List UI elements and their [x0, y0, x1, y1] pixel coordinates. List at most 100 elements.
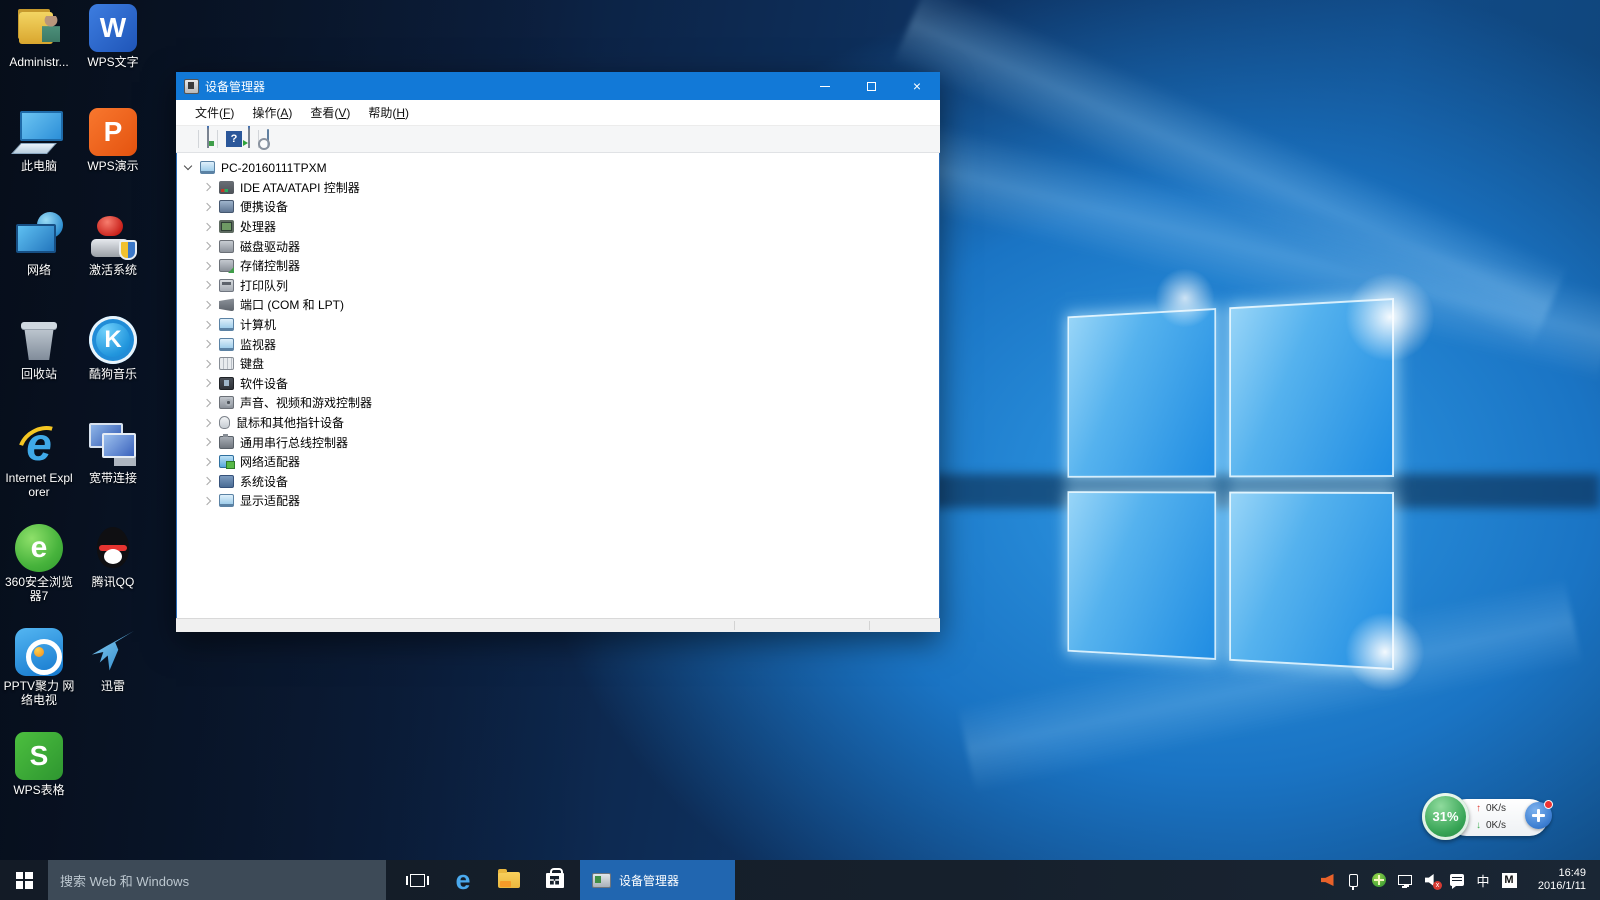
- tree-node-label: 便携设备: [240, 198, 288, 215]
- minimize-button[interactable]: [802, 72, 848, 100]
- chevron-right-icon[interactable]: [203, 183, 211, 191]
- chevron-right-icon[interactable]: [203, 301, 211, 309]
- desktop-icon-label: 此电脑: [21, 159, 57, 173]
- window-title: 设备管理器: [205, 78, 265, 95]
- memory-usage-ball[interactable]: 31%: [1422, 793, 1469, 840]
- network-tray-button[interactable]: [1392, 860, 1418, 900]
- close-button[interactable]: ×: [894, 72, 940, 100]
- volume-tray-button[interactable]: x: [1418, 860, 1444, 900]
- taskbar-search-input[interactable]: 搜索 Web 和 Windows: [48, 860, 386, 900]
- action-center-icon: [1450, 874, 1464, 886]
- tree-node[interactable]: 处理器: [177, 217, 939, 237]
- desktop-icon-label: WPS演示: [87, 159, 138, 173]
- accelerate-button[interactable]: [1525, 802, 1552, 829]
- usb-tray-button[interactable]: [1340, 860, 1366, 900]
- toolbar: ?: [176, 126, 940, 153]
- tree-children: IDE ATA/ATAPI 控制器 便携设备 处理器 磁盘驱动器 存储控制器 打…: [177, 178, 939, 511]
- kugou-tray-button[interactable]: [1314, 860, 1340, 900]
- menu-label: ): [230, 106, 234, 120]
- tree-node[interactable]: 显示适配器: [177, 491, 939, 511]
- chevron-right-icon[interactable]: [203, 262, 211, 270]
- logo-glow: [1155, 268, 1215, 328]
- 360-tray-button[interactable]: [1366, 860, 1392, 900]
- tree-node[interactable]: 键盘: [177, 354, 939, 374]
- chevron-right-icon[interactable]: [203, 477, 211, 485]
- desktop-icon-label: Internet Explorer: [2, 471, 76, 499]
- menu-label: 查看(: [310, 106, 338, 120]
- tree-node[interactable]: 网络适配器: [177, 452, 939, 472]
- tree-node[interactable]: 磁盘驱动器: [177, 236, 939, 256]
- desktop-icon[interactable]: Administr...: [2, 4, 76, 108]
- ime-mode-button[interactable]: M: [1496, 860, 1522, 900]
- desktop-icon[interactable]: e 360安全浏览器7: [2, 524, 76, 628]
- tree-node[interactable]: 软件设备: [177, 374, 939, 394]
- desktop-icon[interactable]: K 酷狗音乐: [76, 316, 150, 420]
- menu-item[interactable]: 操作(A): [243, 100, 301, 125]
- task-view-button[interactable]: [394, 860, 440, 900]
- maximize-button[interactable]: [848, 72, 894, 100]
- chevron-right-icon[interactable]: [203, 399, 211, 407]
- tree-root-label: PC-20160111TPXM: [221, 161, 327, 175]
- chevron-right-icon[interactable]: [203, 497, 211, 505]
- tree-node[interactable]: 系统设备: [177, 472, 939, 492]
- desktop-icon[interactable]: 腾讯QQ: [76, 524, 150, 628]
- chevron-right-icon[interactable]: [203, 438, 211, 446]
- file-explorer-button[interactable]: [486, 860, 532, 900]
- chevron-right-icon[interactable]: [203, 340, 211, 348]
- scan-hardware-button[interactable]: [267, 130, 269, 148]
- logo-glow: [1345, 272, 1435, 362]
- chevron-right-icon[interactable]: [203, 457, 211, 465]
- menu-item[interactable]: 文件(F): [186, 100, 243, 125]
- start-button[interactable]: [0, 860, 48, 900]
- desktop-icon[interactable]: W WPS文字: [76, 4, 150, 108]
- tree-node[interactable]: 打印队列: [177, 276, 939, 296]
- edge-browser-button[interactable]: e: [440, 860, 486, 900]
- desktop-icon-label: 迅雷: [101, 679, 125, 693]
- console-tree-button[interactable]: [207, 130, 209, 148]
- chevron-right-icon[interactable]: [203, 281, 211, 289]
- help-button[interactable]: ?: [226, 131, 242, 147]
- 360-speed-float-ball[interactable]: 31% ↑ 0K/s ↓ 0K/s: [1422, 793, 1552, 843]
- action-button[interactable]: [248, 130, 250, 148]
- tree-node[interactable]: 便携设备: [177, 197, 939, 217]
- desktop-icon[interactable]: 此电脑: [2, 108, 76, 212]
- tree-node[interactable]: 存储控制器: [177, 256, 939, 276]
- usb-device-icon: [1349, 874, 1358, 887]
- chevron-right-icon[interactable]: [203, 203, 211, 211]
- desktop-icon-glyph: e: [15, 524, 63, 572]
- menu-item[interactable]: 查看(V): [301, 100, 359, 125]
- tree-node[interactable]: 端口 (COM 和 LPT): [177, 295, 939, 315]
- chevron-right-icon[interactable]: [203, 222, 211, 230]
- window-titlebar[interactable]: 设备管理器 ×: [176, 72, 940, 100]
- action-center-button[interactable]: [1444, 860, 1470, 900]
- menu-item[interactable]: 帮助(H): [359, 100, 418, 125]
- tree-node[interactable]: 鼠标和其他指针设备: [177, 413, 939, 433]
- desktop-icon[interactable]: 迅雷: [76, 628, 150, 732]
- desktop-icon[interactable]: e Internet Explorer: [2, 420, 76, 524]
- desktop-icon[interactable]: 回收站: [2, 316, 76, 420]
- device-manager-taskbar-button[interactable]: 设备管理器: [580, 860, 735, 900]
- chevron-right-icon[interactable]: [203, 418, 211, 426]
- chevron-down-icon[interactable]: [184, 162, 192, 170]
- store-button[interactable]: [532, 860, 578, 900]
- tree-node[interactable]: 监视器: [177, 334, 939, 354]
- chevron-right-icon[interactable]: [203, 320, 211, 328]
- desktop-icon[interactable]: S WPS表格: [2, 732, 76, 836]
- tree-node[interactable]: 通用串行总线控制器: [177, 432, 939, 452]
- desktop-icon[interactable]: PPTV聚力 网络电视: [2, 628, 76, 732]
- status-bar: [176, 618, 940, 632]
- ime-language-button[interactable]: 中: [1470, 860, 1496, 900]
- tree-root-node[interactable]: PC-20160111TPXM: [177, 158, 939, 178]
- tree-node[interactable]: 声音、视频和游戏控制器: [177, 393, 939, 413]
- desktop-icon[interactable]: P WPS演示: [76, 108, 150, 212]
- tree-node[interactable]: 计算机: [177, 315, 939, 335]
- chevron-right-icon[interactable]: [203, 359, 211, 367]
- tree-node[interactable]: IDE ATA/ATAPI 控制器: [177, 178, 939, 198]
- chevron-right-icon[interactable]: [203, 379, 211, 387]
- tree-node-label: 计算机: [240, 316, 276, 333]
- desktop-icon[interactable]: 网络: [2, 212, 76, 316]
- taskbar-clock[interactable]: 16:49 2016/1/11: [1522, 867, 1594, 893]
- desktop-icon[interactable]: 激活系统: [76, 212, 150, 316]
- chevron-right-icon[interactable]: [203, 242, 211, 250]
- desktop-icon[interactable]: 宽带连接: [76, 420, 150, 524]
